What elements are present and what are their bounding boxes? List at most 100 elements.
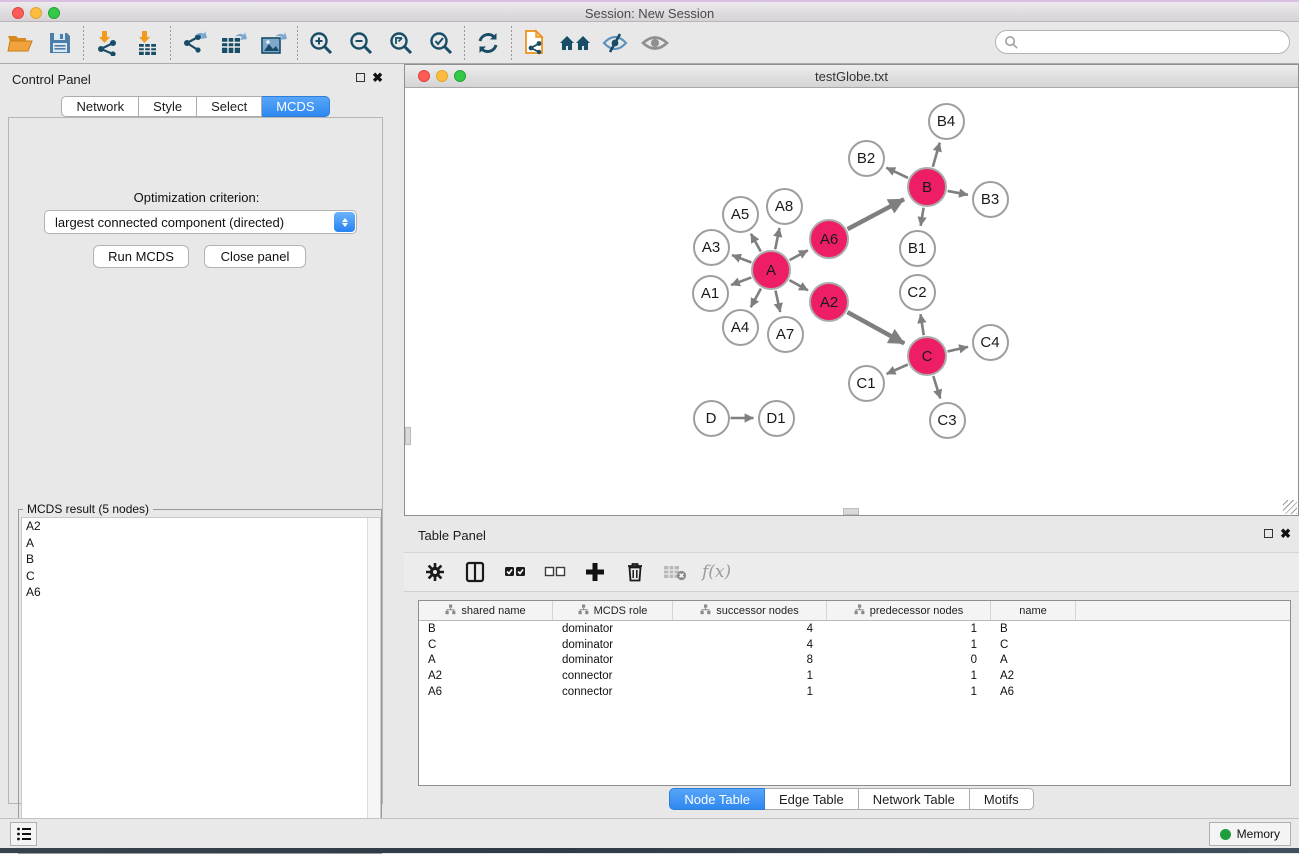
new-network-file-button[interactable] — [515, 25, 555, 61]
export-image-button[interactable] — [254, 25, 294, 61]
table-cell[interactable]: C — [991, 639, 1076, 651]
graph-node-d[interactable]: D — [693, 400, 730, 437]
table-cell[interactable]: B — [419, 623, 553, 635]
task-history-button[interactable] — [10, 822, 37, 846]
edge-C-C1[interactable] — [887, 364, 908, 373]
mcds-result-list[interactable]: A2ABCA6 — [21, 517, 381, 853]
refresh-button[interactable] — [468, 25, 508, 61]
table-cell[interactable]: dominator — [553, 623, 673, 635]
tab-select[interactable]: Select — [197, 96, 262, 117]
edge-A2-C[interactable] — [847, 312, 904, 343]
mcds-result-item[interactable]: C — [22, 568, 380, 585]
graph-node-b3[interactable]: B3 — [972, 181, 1009, 218]
edge-A-A2[interactable] — [789, 280, 808, 290]
deselect-all-button[interactable] — [542, 559, 568, 585]
table-cell[interactable]: B — [991, 623, 1076, 635]
table-cell[interactable]: 4 — [673, 623, 827, 635]
edge-C-C4[interactable] — [947, 347, 968, 352]
edge-A-A3[interactable] — [732, 255, 751, 262]
edge-A6-B[interactable] — [848, 199, 904, 229]
tab-node-table[interactable]: Node Table — [669, 788, 765, 810]
hide-graphics-details-button[interactable] — [595, 25, 635, 61]
graph-node-a5[interactable]: A5 — [722, 196, 759, 233]
tab-network[interactable]: Network — [61, 96, 139, 117]
table-row[interactable]: Cdominator41C — [419, 637, 1290, 653]
run-mcds-button[interactable]: Run MCDS — [93, 245, 189, 268]
zoom-selected-button[interactable] — [421, 25, 461, 61]
graph-node-a[interactable]: A — [751, 250, 791, 290]
graph-node-c3[interactable]: C3 — [929, 402, 966, 439]
graph-node-d1[interactable]: D1 — [758, 400, 795, 437]
edge-A-A5[interactable] — [751, 234, 761, 252]
import-network-button[interactable] — [87, 25, 127, 61]
graph-node-a2[interactable]: A2 — [809, 282, 849, 322]
graph-node-b4[interactable]: B4 — [928, 103, 965, 140]
table-cell[interactable]: A6 — [991, 686, 1076, 698]
table-cell[interactable]: 0 — [827, 654, 991, 666]
graph-node-a8[interactable]: A8 — [766, 188, 803, 225]
mcds-result-item[interactable]: A6 — [22, 584, 380, 601]
graph-node-a3[interactable]: A3 — [693, 229, 730, 266]
table-settings-button[interactable] — [422, 559, 448, 585]
export-table-button[interactable] — [214, 25, 254, 61]
network-window-titlebar[interactable]: testGlobe.txt — [405, 65, 1298, 88]
column-header-shared-name[interactable]: shared name — [419, 601, 553, 620]
table-row[interactable]: A2connector11A2 — [419, 668, 1290, 684]
edge-A-A8[interactable] — [775, 228, 779, 249]
mcds-result-scrollbar[interactable] — [367, 518, 380, 852]
table-cell[interactable]: 1 — [827, 686, 991, 698]
column-header-mcds-role[interactable]: MCDS role — [553, 601, 673, 620]
edge-A-A4[interactable] — [751, 288, 761, 307]
table-cell[interactable]: A2 — [991, 670, 1076, 682]
table-row[interactable]: Adominator80A — [419, 653, 1290, 669]
edge-B-B2[interactable] — [886, 168, 908, 178]
table-cell[interactable]: C — [419, 639, 553, 651]
graph-node-a7[interactable]: A7 — [767, 316, 804, 353]
export-network-button[interactable] — [174, 25, 214, 61]
mcds-result-item[interactable]: B — [22, 551, 380, 568]
function-builder-button[interactable]: f(x) — [702, 562, 731, 582]
edge-A-A1[interactable] — [731, 277, 751, 285]
create-column-button[interactable] — [582, 559, 608, 585]
graph-node-c[interactable]: C — [907, 336, 947, 376]
close-panel-icon[interactable]: ✖ — [1280, 526, 1291, 542]
edge-C-C2[interactable] — [920, 314, 923, 335]
import-table-button[interactable] — [127, 25, 167, 61]
table-cell[interactable]: 8 — [673, 654, 827, 666]
show-columns-button[interactable] — [462, 559, 488, 585]
table-cell[interactable]: 1 — [673, 670, 827, 682]
table-cell[interactable]: connector — [553, 686, 673, 698]
home-button[interactable] — [555, 25, 595, 61]
graph-node-c1[interactable]: C1 — [848, 365, 885, 402]
graph-node-b1[interactable]: B1 — [899, 230, 936, 267]
table-cell[interactable]: 4 — [673, 639, 827, 651]
edge-B-B1[interactable] — [921, 208, 924, 226]
table-row[interactable]: Bdominator41B — [419, 621, 1290, 637]
tab-motifs[interactable]: Motifs — [970, 788, 1034, 810]
tab-mcds[interactable]: MCDS — [262, 96, 329, 117]
table-cell[interactable]: 1 — [827, 623, 991, 635]
table-cell[interactable]: 1 — [827, 670, 991, 682]
zoom-in-button[interactable] — [301, 25, 341, 61]
delete-column-button[interactable] — [622, 559, 648, 585]
graph-node-c2[interactable]: C2 — [899, 274, 936, 311]
zoom-out-button[interactable] — [341, 25, 381, 61]
column-header-predecessor-nodes[interactable]: predecessor nodes — [827, 601, 991, 620]
table-cell[interactable]: A — [991, 654, 1076, 666]
edge-B-B4[interactable] — [933, 143, 940, 167]
edge-C-C3[interactable] — [933, 376, 940, 398]
network-canvas[interactable]: B4B2BB3A8A5A6A3B1AC2A1A2A4A7C4CC1DD1C3 — [405, 89, 1298, 515]
tab-network-table[interactable]: Network Table — [859, 788, 970, 810]
table-row[interactable]: A6connector11A6 — [419, 684, 1290, 700]
graph-node-c4[interactable]: C4 — [972, 324, 1009, 361]
graph-node-b[interactable]: B — [907, 167, 947, 207]
graph-node-a6[interactable]: A6 — [809, 219, 849, 259]
close-panel-icon[interactable]: ✖ — [372, 70, 383, 86]
column-header-successor-nodes[interactable]: successor nodes — [673, 601, 827, 620]
edge-A-A6[interactable] — [790, 250, 808, 260]
table-cell[interactable]: A2 — [419, 670, 553, 682]
canvas-left-splitter-thumb[interactable] — [405, 427, 411, 445]
close-panel-button[interactable]: Close panel — [204, 245, 306, 268]
show-graphics-details-button[interactable] — [635, 25, 675, 61]
search-input[interactable] — [1019, 32, 1289, 52]
